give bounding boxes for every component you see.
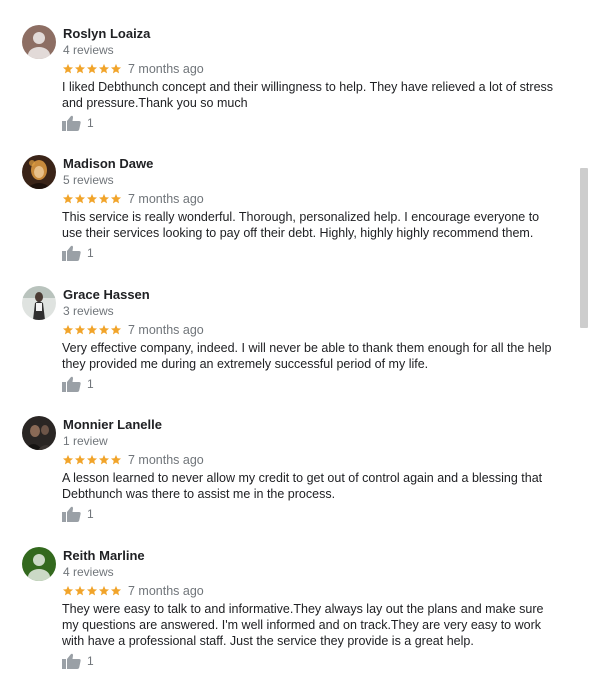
avatar[interactable] (22, 155, 56, 189)
like-button[interactable]: 1 (62, 115, 94, 131)
like-button[interactable]: 1 (62, 653, 94, 669)
review-text: A lesson learned to never allow my credi… (62, 471, 543, 501)
reviewer-review-count[interactable]: 5 reviews (63, 173, 114, 187)
star-icon (62, 324, 74, 335)
reviewer-review-count[interactable]: 4 reviews (63, 43, 114, 57)
star-icon (110, 454, 122, 465)
reviewer-review-count[interactable]: 4 reviews (63, 565, 114, 579)
review-meta: 7 months ago (62, 452, 204, 468)
profile-photo-icon (22, 155, 56, 189)
thumbs-up-icon (62, 376, 82, 392)
star-icon (62, 454, 74, 465)
review-time: 7 months ago (128, 323, 204, 337)
thumbs-up-icon (62, 506, 82, 522)
like-count: 1 (87, 654, 94, 668)
star-icon (74, 193, 86, 204)
star-icon (74, 63, 86, 74)
like-count: 1 (87, 507, 94, 521)
avatar[interactable] (22, 286, 56, 320)
star-icon (98, 63, 110, 74)
reviewer-name[interactable]: Madison Dawe (63, 156, 153, 171)
star-icon (86, 63, 98, 74)
review-time: 7 months ago (128, 62, 204, 76)
star-icon (86, 585, 98, 596)
star-icon (110, 585, 122, 596)
default-person-icon (22, 25, 56, 59)
thumbs-up-icon (62, 115, 82, 131)
review-meta: 7 months ago (62, 61, 204, 77)
avatar[interactable] (22, 25, 56, 59)
star-icon (74, 585, 86, 596)
default-person-icon (22, 547, 56, 581)
review-meta: 7 months ago (62, 583, 204, 599)
review-meta: 7 months ago (62, 191, 204, 207)
star-icon (74, 454, 86, 465)
star-icon (98, 585, 110, 596)
avatar[interactable] (22, 416, 56, 450)
like-count: 1 (87, 116, 94, 130)
like-button[interactable]: 1 (62, 376, 94, 392)
star-icon (86, 193, 98, 204)
reviewer-name[interactable]: Grace Hassen (63, 287, 150, 302)
reviewer-review-count[interactable]: 3 reviews (63, 304, 114, 318)
reviewer-name[interactable]: Reith Marline (63, 548, 145, 563)
star-rating (62, 454, 122, 466)
star-icon (86, 454, 98, 465)
review-text: I liked Debthunch concept and their will… (62, 80, 554, 110)
review-meta: 7 months ago (62, 322, 204, 338)
star-rating (62, 324, 122, 336)
scrollbar-thumb[interactable] (580, 168, 588, 328)
avatar[interactable] (22, 547, 56, 581)
thumbs-up-icon (62, 653, 82, 669)
star-icon (74, 324, 86, 335)
star-icon (62, 63, 74, 74)
reviews-page: Roslyn Loaiza 4 reviews 7 months ago I l… (0, 0, 600, 693)
reviewer-name[interactable]: Monnier Lanelle (63, 417, 162, 432)
review-time: 7 months ago (128, 192, 204, 206)
review-text: They were easy to talk to and informativ… (62, 602, 544, 648)
star-icon (62, 193, 74, 204)
thumbs-up-icon (62, 245, 82, 261)
review-text: Very effective company, indeed. I will n… (62, 341, 552, 371)
review-time: 7 months ago (128, 453, 204, 467)
star-rating (62, 193, 122, 205)
star-rating (62, 585, 122, 597)
star-icon (110, 193, 122, 204)
reviewer-review-count[interactable]: 1 review (63, 434, 108, 448)
like-count: 1 (87, 377, 94, 391)
profile-photo-icon (22, 416, 56, 450)
star-icon (86, 324, 98, 335)
review-text: This service is really wonderful. Thorou… (62, 210, 540, 240)
star-icon (110, 63, 122, 74)
reviewer-name[interactable]: Roslyn Loaiza (63, 26, 150, 41)
star-rating (62, 63, 122, 75)
star-icon (62, 585, 74, 596)
star-icon (98, 454, 110, 465)
star-icon (98, 193, 110, 204)
like-button[interactable]: 1 (62, 245, 94, 261)
profile-photo-icon (22, 286, 56, 320)
star-icon (98, 324, 110, 335)
review-time: 7 months ago (128, 584, 204, 598)
like-count: 1 (87, 246, 94, 260)
star-icon (110, 324, 122, 335)
like-button[interactable]: 1 (62, 506, 94, 522)
